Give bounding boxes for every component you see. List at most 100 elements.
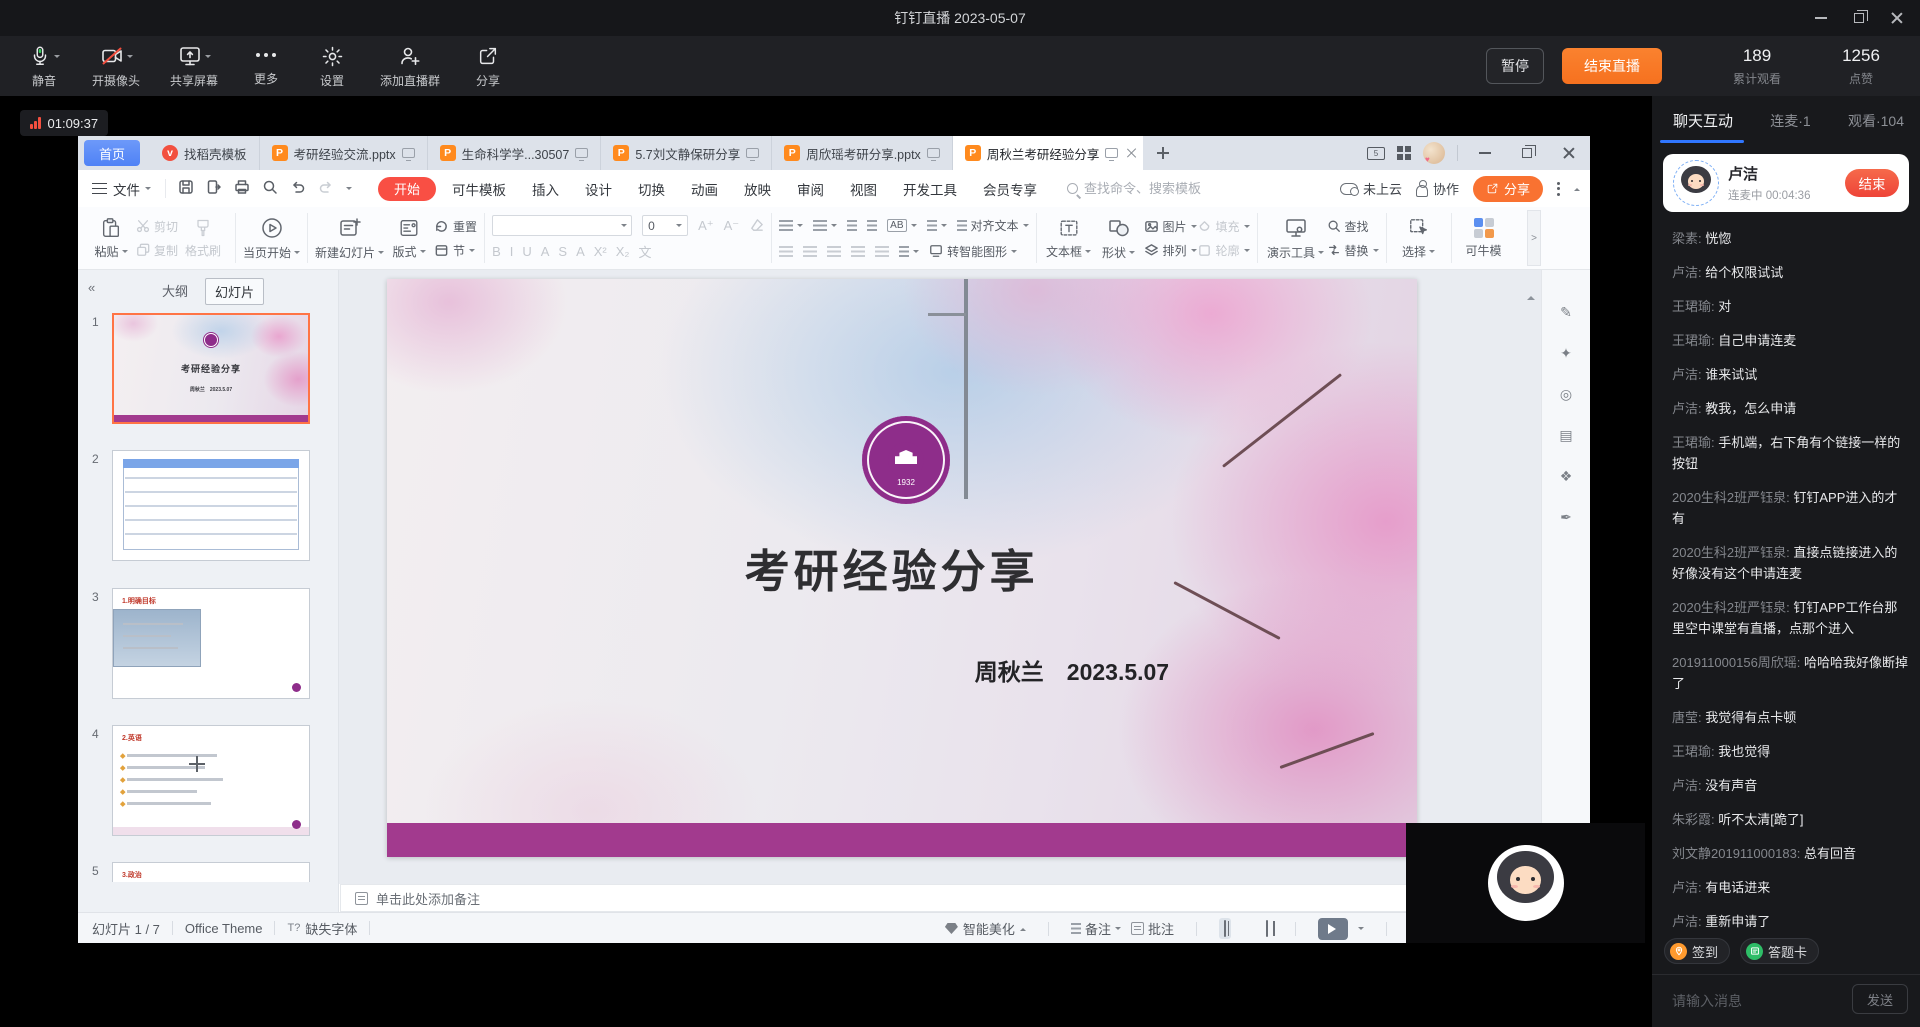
- ribbon-tab[interactable]: 可牛模板: [452, 179, 506, 199]
- style-pane-icon[interactable]: ✎: [1560, 304, 1572, 321]
- share-button[interactable]: 分享: [470, 43, 506, 89]
- end-mic-button[interactable]: 结束: [1845, 169, 1899, 197]
- new-slide-button[interactable]: 新建幻灯片: [315, 210, 384, 266]
- font-style-button[interactable]: A: [576, 244, 585, 259]
- doc-tab-active[interactable]: P 周秋兰考研经验分享: [953, 136, 1143, 170]
- bullets-button[interactable]: [779, 220, 803, 231]
- distribute-button[interactable]: [875, 246, 889, 257]
- add-slide-button[interactable]: [186, 753, 208, 775]
- missing-font-warning[interactable]: 缺失字体: [305, 919, 357, 938]
- numbering-button[interactable]: [813, 220, 837, 231]
- find-button[interactable]: 查找: [1327, 218, 1379, 235]
- more-menu-icon[interactable]: [1557, 182, 1560, 196]
- justify-button[interactable]: [851, 246, 865, 257]
- replace-button[interactable]: 替换: [1327, 242, 1379, 259]
- keniu-template-button[interactable]: 可牛模: [1459, 210, 1509, 266]
- wps-home-tab[interactable]: 首页: [84, 140, 140, 166]
- tab-outline[interactable]: 大纲: [153, 278, 197, 305]
- chat-message-input[interactable]: [1672, 986, 1822, 1016]
- close-tab-icon[interactable]: [1126, 148, 1130, 158]
- present-tools-button[interactable]: 演示工具: [1265, 210, 1327, 266]
- play-from-current-button[interactable]: 当页开始: [243, 210, 300, 266]
- minimize-button[interactable]: [1806, 5, 1836, 31]
- font-name-select[interactable]: [492, 215, 632, 236]
- chat-message-list[interactable]: 梁素恍惚 卢洁给个权限试试 王珺瑜对 王珺瑜自己申请连麦 卢洁谁来试试 卢洁教我…: [1672, 228, 1910, 934]
- ribbon-tab[interactable]: 动画: [691, 179, 718, 199]
- wps-share-button[interactable]: 分享: [1473, 176, 1543, 202]
- restore-button[interactable]: [1844, 5, 1874, 31]
- save-button[interactable]: [178, 179, 194, 198]
- increase-indent-button[interactable]: [867, 220, 877, 231]
- arrange-button[interactable]: 排列: [1144, 242, 1197, 259]
- to-smartart-button[interactable]: 转智能图形: [929, 243, 1017, 260]
- slide-thumbnail-2[interactable]: [112, 450, 310, 561]
- reading-view-button[interactable]: [1261, 918, 1273, 939]
- chevron-down-icon[interactable]: [346, 187, 352, 193]
- sign-pane-icon[interactable]: ✒: [1560, 509, 1572, 526]
- clear-format-button[interactable]: [749, 218, 764, 233]
- collapse-ribbon-icon[interactable]: [1574, 185, 1580, 191]
- doc-tab-2[interactable]: P 生命科学学...30507: [428, 136, 602, 170]
- slide-thumbnail-4[interactable]: 2.英语: [112, 725, 310, 836]
- reference-pane-icon[interactable]: ❖: [1560, 468, 1573, 485]
- slide-sorter-view-button[interactable]: [1241, 926, 1251, 932]
- textbox-button[interactable]: 文本框: [1044, 210, 1094, 266]
- comments-button[interactable]: 批注: [1131, 919, 1174, 938]
- font-style-button[interactable]: A: [541, 244, 550, 259]
- format-painter-button[interactable]: 格式刷: [178, 210, 228, 266]
- layout-button[interactable]: 版式: [384, 210, 434, 266]
- doc-tab-3[interactable]: P 5.7刘文静保研分享: [601, 136, 772, 170]
- fill-button[interactable]: 填充: [1197, 218, 1250, 235]
- cut-button[interactable]: 剪切: [136, 218, 178, 235]
- ribbon-tab[interactable]: 放映: [744, 179, 771, 199]
- redo-button[interactable]: [318, 179, 334, 198]
- comment-pane-icon[interactable]: ▤: [1559, 427, 1572, 444]
- notes-toggle-button[interactable]: 备注: [1071, 919, 1121, 938]
- command-search-input[interactable]: [1084, 181, 1234, 196]
- notes-bar[interactable]: 单击此处添加备注: [340, 884, 1417, 912]
- align-text-button[interactable]: 对齐文本: [957, 217, 1029, 234]
- decrease-font-button[interactable]: A⁻: [724, 218, 740, 234]
- font-style-button[interactable]: I: [510, 244, 514, 259]
- presenter-camera-overlay[interactable]: [1406, 823, 1645, 943]
- normal-view-button[interactable]: [1219, 918, 1231, 939]
- section-button[interactable]: 节: [434, 242, 477, 259]
- align-left-button[interactable]: [779, 246, 793, 257]
- answer-card-button[interactable]: 答题卡: [1740, 938, 1819, 964]
- scroll-up-icon[interactable]: [1527, 275, 1535, 300]
- paste-button[interactable]: 粘贴: [86, 210, 136, 266]
- font-style-button[interactable]: X²: [594, 244, 607, 259]
- text-direction-button[interactable]: AB: [887, 219, 916, 232]
- font-style-button[interactable]: 文: [638, 242, 651, 261]
- send-button[interactable]: 发送: [1852, 984, 1908, 1014]
- ribbon-tab[interactable]: 插入: [532, 179, 559, 199]
- increase-font-button[interactable]: A⁺: [698, 218, 714, 234]
- position-pane-icon[interactable]: ◎: [1560, 386, 1572, 403]
- more-button[interactable]: 更多: [248, 43, 284, 87]
- undo-button[interactable]: [290, 179, 306, 198]
- command-search[interactable]: [1067, 181, 1234, 196]
- current-slide[interactable]: 1932 考研经验分享 周秋兰 2023.5.07: [387, 279, 1417, 857]
- tab-mic-link[interactable]: 连麦·1: [1770, 111, 1810, 131]
- ribbon-tab[interactable]: 审阅: [797, 179, 824, 199]
- workspace-icon[interactable]: 5: [1367, 147, 1385, 160]
- copy-button[interactable]: 复制: [136, 242, 178, 259]
- ribbon-tab[interactable]: 开发工具: [903, 179, 957, 199]
- font-style-button[interactable]: X₂: [616, 244, 630, 259]
- collaborate-button[interactable]: 协作: [1416, 179, 1459, 198]
- end-live-button[interactable]: 结束直播: [1562, 48, 1662, 84]
- pause-live-button[interactable]: 暂停: [1486, 48, 1544, 84]
- cloud-status[interactable]: 未上云: [1340, 179, 1402, 198]
- ribbon-tab[interactable]: 设计: [585, 179, 612, 199]
- ribbon-tab[interactable]: 会员专享: [983, 179, 1037, 199]
- tab-slides[interactable]: 幻灯片: [205, 278, 264, 305]
- tab-viewers[interactable]: 观看·104: [1848, 111, 1904, 131]
- doc-tab-4[interactable]: P 周欣瑶考研分享.pptx: [772, 136, 953, 170]
- font-style-button[interactable]: B: [492, 244, 501, 259]
- picture-button[interactable]: 图片: [1144, 218, 1197, 235]
- smart-beautify-button[interactable]: 智能美化: [945, 919, 1026, 938]
- decrease-indent-button[interactable]: [847, 220, 857, 231]
- doc-tab-docer[interactable]: v 找稻壳模板: [150, 136, 260, 170]
- apps-grid-icon[interactable]: [1397, 146, 1411, 160]
- slide-thumbnail-3[interactable]: 1.明确目标: [112, 588, 310, 699]
